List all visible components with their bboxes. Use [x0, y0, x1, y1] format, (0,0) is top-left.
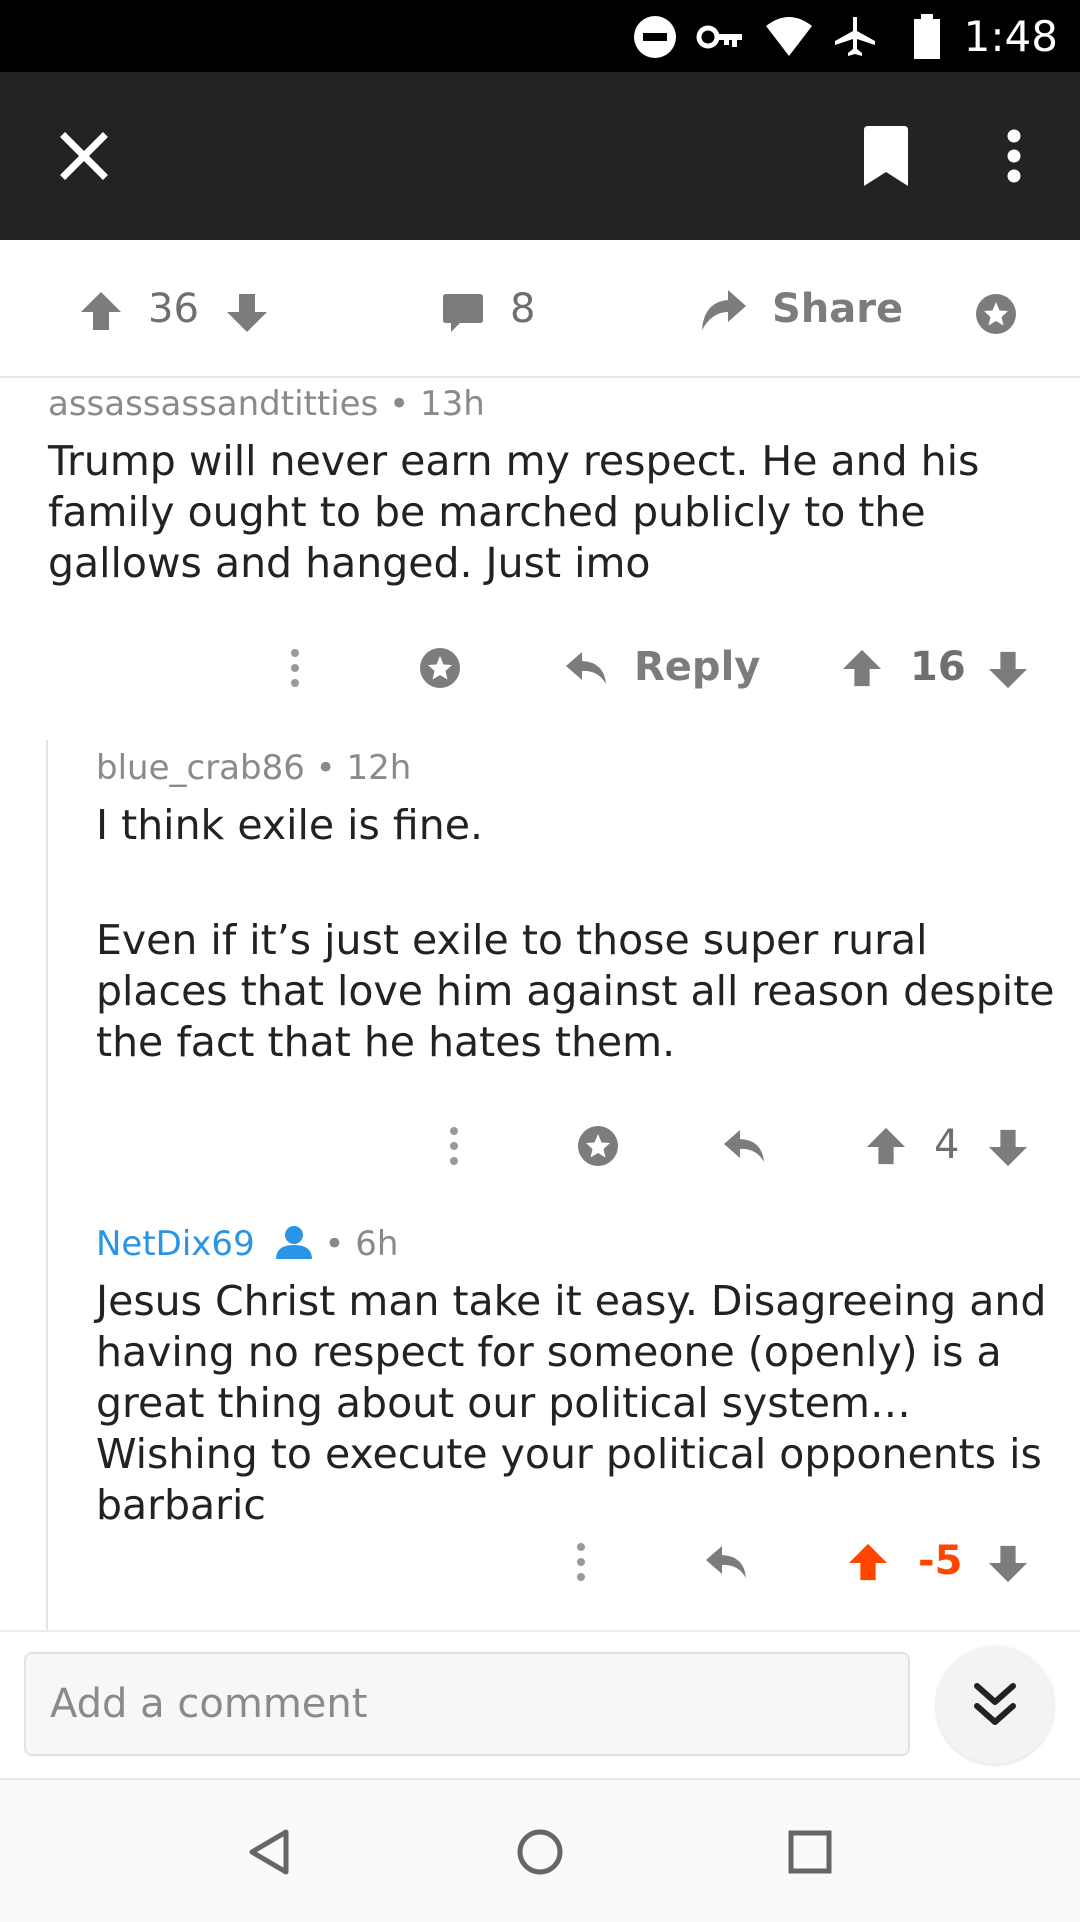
meta-separator: • [389, 384, 420, 424]
comment-age: 13h [419, 384, 485, 424]
comment-paragraph: Jesus Christ man take it easy. Disagreei… [96, 1277, 1047, 1529]
op-person-icon [275, 1226, 312, 1259]
save-post-button[interactable] [846, 116, 926, 196]
comment-score: 16 [910, 644, 966, 690]
reply-arrow-icon[interactable] [722, 1128, 766, 1164]
comment-composer [0, 1630, 1080, 1780]
home-icon[interactable] [516, 1828, 564, 1876]
comment-meta: NetDix69 • 6h [96, 1224, 398, 1264]
vpn-key-icon [696, 25, 742, 49]
comment-count: 8 [510, 286, 536, 332]
do-not-disturb-icon [634, 16, 676, 58]
recents-icon[interactable] [788, 1830, 832, 1874]
comment: blue_crab86 • 12h I think exile is fine.… [0, 740, 1080, 1200]
reply-arrow-icon [566, 652, 606, 684]
battery-icon [914, 14, 940, 59]
close-button[interactable] [44, 116, 124, 196]
comment-paragraph: Even if it’s just exile to those super r… [96, 916, 1055, 1066]
comment-age: 6h [355, 1224, 399, 1264]
comment: assassassandtitties • 13h Trump will nev… [0, 376, 1080, 716]
chevron-double-down-icon [974, 1683, 1016, 1725]
comment-body: Trump will never earn my respect. He and… [48, 436, 1058, 589]
meta-separator: • [315, 748, 347, 788]
comment-score: 4 [934, 1122, 960, 1168]
comment-body: Jesus Christ man take it easy. Disagreei… [96, 1276, 1060, 1531]
upvote-icon[interactable] [842, 648, 882, 688]
kebab-icon[interactable] [289, 648, 301, 688]
back-icon[interactable] [246, 1828, 292, 1876]
upvote-icon-active[interactable] [848, 1542, 888, 1582]
kebab-icon[interactable] [448, 1126, 460, 1166]
comment-age: 12h [346, 748, 412, 788]
close-icon [60, 132, 108, 180]
more-vertical-icon [1007, 129, 1021, 183]
post-score: 36 [148, 286, 199, 332]
comment-body: I think exile is fine. Even if it’s just… [96, 800, 1060, 1068]
system-nav-bar [0, 1778, 1080, 1922]
status-bar: 1:48 [0, 0, 1080, 72]
comment-author[interactable]: blue_crab86 [96, 748, 305, 788]
downvote-icon[interactable] [988, 650, 1028, 690]
comment: NetDix69 • 6h Jesus Christ man take it e… [0, 1216, 1080, 1626]
airplane-mode-icon [835, 17, 875, 56]
comment-paragraph: I think exile is fine. [96, 801, 483, 849]
reply-button[interactable]: Reply [560, 638, 760, 700]
reply-label: Reply [634, 644, 761, 690]
collapse-comments-button[interactable] [936, 1646, 1054, 1764]
downvote-icon[interactable] [988, 1544, 1028, 1584]
kebab-icon[interactable] [575, 1542, 587, 1582]
share-button[interactable]: Share [696, 276, 903, 346]
comment-meta: assassassandtitties • 13h [48, 384, 485, 424]
comments-button[interactable]: 8 [436, 276, 556, 346]
comment-bubble-icon [443, 294, 483, 332]
upvote-icon[interactable] [866, 1126, 906, 1166]
top-toolbar [0, 72, 1080, 240]
comment-meta: blue_crab86 • 12h [96, 748, 411, 788]
share-arrow-icon [702, 290, 746, 330]
award-icon[interactable] [974, 292, 1018, 336]
award-icon[interactable] [418, 646, 462, 690]
reply-arrow-icon[interactable] [704, 1544, 748, 1580]
downvote-icon[interactable] [226, 292, 268, 334]
bookmark-icon [864, 126, 908, 186]
add-comment-input[interactable] [24, 1652, 910, 1756]
award-icon[interactable] [576, 1124, 620, 1168]
share-label: Share [772, 286, 904, 332]
comment-score: -5 [918, 1538, 963, 1584]
upvote-icon[interactable] [80, 290, 122, 332]
status-clock: 1:48 [963, 12, 1058, 61]
wifi-icon [766, 17, 812, 56]
comment-author-op[interactable]: NetDix69 [96, 1224, 255, 1264]
downvote-icon[interactable] [988, 1128, 1028, 1168]
post-action-bar: 36 8 Share [0, 240, 1080, 378]
meta-separator: • [324, 1224, 345, 1264]
comment-paragraph: Trump will never earn my respect. He and… [48, 437, 980, 587]
overflow-menu-button[interactable] [974, 116, 1054, 196]
comment-author[interactable]: assassassandtitties [48, 384, 378, 424]
